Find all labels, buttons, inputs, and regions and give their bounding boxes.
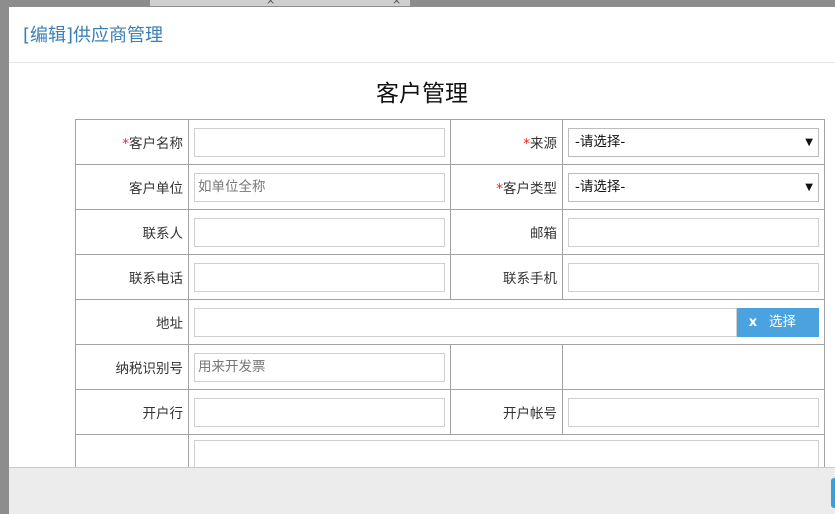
bank-label: 开户行 <box>75 389 189 435</box>
bank-account-label: 开户帐号 <box>450 389 563 435</box>
contact-person-input[interactable] <box>194 217 445 247</box>
required-mark: * <box>496 181 503 197</box>
phone-input[interactable] <box>194 262 445 292</box>
bank-account-input[interactable] <box>568 397 819 427</box>
background-tab-close-icon: × <box>392 0 402 7</box>
customer-name-label: *客户名称 <box>75 119 189 165</box>
customer-type-cell: -请选择- ▼ <box>562 164 825 210</box>
background-tab <box>280 0 410 6</box>
mobile-input[interactable] <box>568 262 819 292</box>
bank-cell <box>188 389 451 435</box>
customer-unit-input[interactable]: 如单位全称 <box>194 172 445 202</box>
customer-unit-label: 客户单位 <box>75 164 189 210</box>
form-row-bank: 开户行 开户帐号 <box>75 389 825 435</box>
mobile-label: 联系手机 <box>450 254 563 300</box>
source-select[interactable]: -请选择- ▼ <box>568 127 819 157</box>
source-label: *来源 <box>450 119 563 165</box>
remarks-cell <box>188 434 825 467</box>
customer-form-table: *客户名称 *来源 -请选择- ▼ 客户单位 如单位全称 *客户类型 -请选择- ▼… <box>75 119 825 467</box>
address-group: x 选择 <box>194 307 819 337</box>
customer-type-label: *客户类型 <box>450 164 563 210</box>
bank-input[interactable] <box>194 397 445 427</box>
required-mark: * <box>122 136 129 152</box>
customer-type-select[interactable]: -请选择- ▼ <box>568 172 819 202</box>
select-address-button[interactable]: 选择 <box>769 307 819 337</box>
address-label: 地址 <box>75 299 189 345</box>
phone-cell <box>188 254 451 300</box>
tax-id-input[interactable]: 用来开发票 <box>194 352 445 382</box>
background-tab <box>150 0 280 6</box>
remarks-textarea[interactable] <box>194 440 819 467</box>
address-input[interactable] <box>194 307 737 337</box>
modal-body: 客户管理 *客户名称 *来源 -请选择- ▼ 客户单位 如单位全称 *客户类型 -… <box>9 63 835 467</box>
dropdown-arrow-icon: ▼ <box>805 181 813 193</box>
form-row-phone: 联系电话 联系手机 <box>75 254 825 300</box>
modal-header: [编辑]供应商管理 <box>9 7 835 63</box>
phone-label: 联系电话 <box>75 254 189 300</box>
customer-name-cell <box>188 119 451 165</box>
mobile-cell <box>562 254 825 300</box>
form-row-contact: 联系人 邮箱 <box>75 209 825 255</box>
form-row-customer-name: *客户名称 *来源 -请选择- ▼ <box>75 119 825 165</box>
form-row-address: 地址 x 选择 <box>75 299 825 345</box>
form-row-tax-id: 纳税识别号 用来开发票 <box>75 344 825 390</box>
background-tab-close-icon: × <box>266 0 276 7</box>
form-row-customer-unit: 客户单位 如单位全称 *客户类型 -请选择- ▼ <box>75 164 825 210</box>
email-cell <box>562 209 825 255</box>
customer-name-input[interactable] <box>194 127 445 157</box>
contact-person-cell <box>188 209 451 255</box>
edit-supplier-modal: [编辑]供应商管理 客户管理 *客户名称 *来源 -请选择- ▼ 客户单位 如单位… <box>9 7 835 514</box>
tax-id-cell: 用来开发票 <box>188 344 451 390</box>
email-input[interactable] <box>568 217 819 247</box>
contact-person-label: 联系人 <box>75 209 189 255</box>
customer-unit-cell: 如单位全称 <box>188 164 451 210</box>
clear-address-button[interactable]: x <box>737 307 769 337</box>
required-mark: * <box>523 136 530 152</box>
form-title: 客户管理 <box>376 81 468 107</box>
bank-account-cell <box>562 389 825 435</box>
footer-button[interactable] <box>831 478 835 508</box>
address-cell: x 选择 <box>188 299 825 345</box>
empty-cell <box>450 344 563 390</box>
form-row-remarks <box>75 434 825 467</box>
remarks-label <box>75 434 189 467</box>
modal-footer <box>9 467 835 514</box>
tax-id-label: 纳税识别号 <box>75 344 189 390</box>
source-cell: -请选择- ▼ <box>562 119 825 165</box>
empty-cell <box>562 344 825 390</box>
dropdown-arrow-icon: ▼ <box>805 136 813 148</box>
email-label: 邮箱 <box>450 209 563 255</box>
modal-title: [编辑]供应商管理 <box>23 25 164 46</box>
